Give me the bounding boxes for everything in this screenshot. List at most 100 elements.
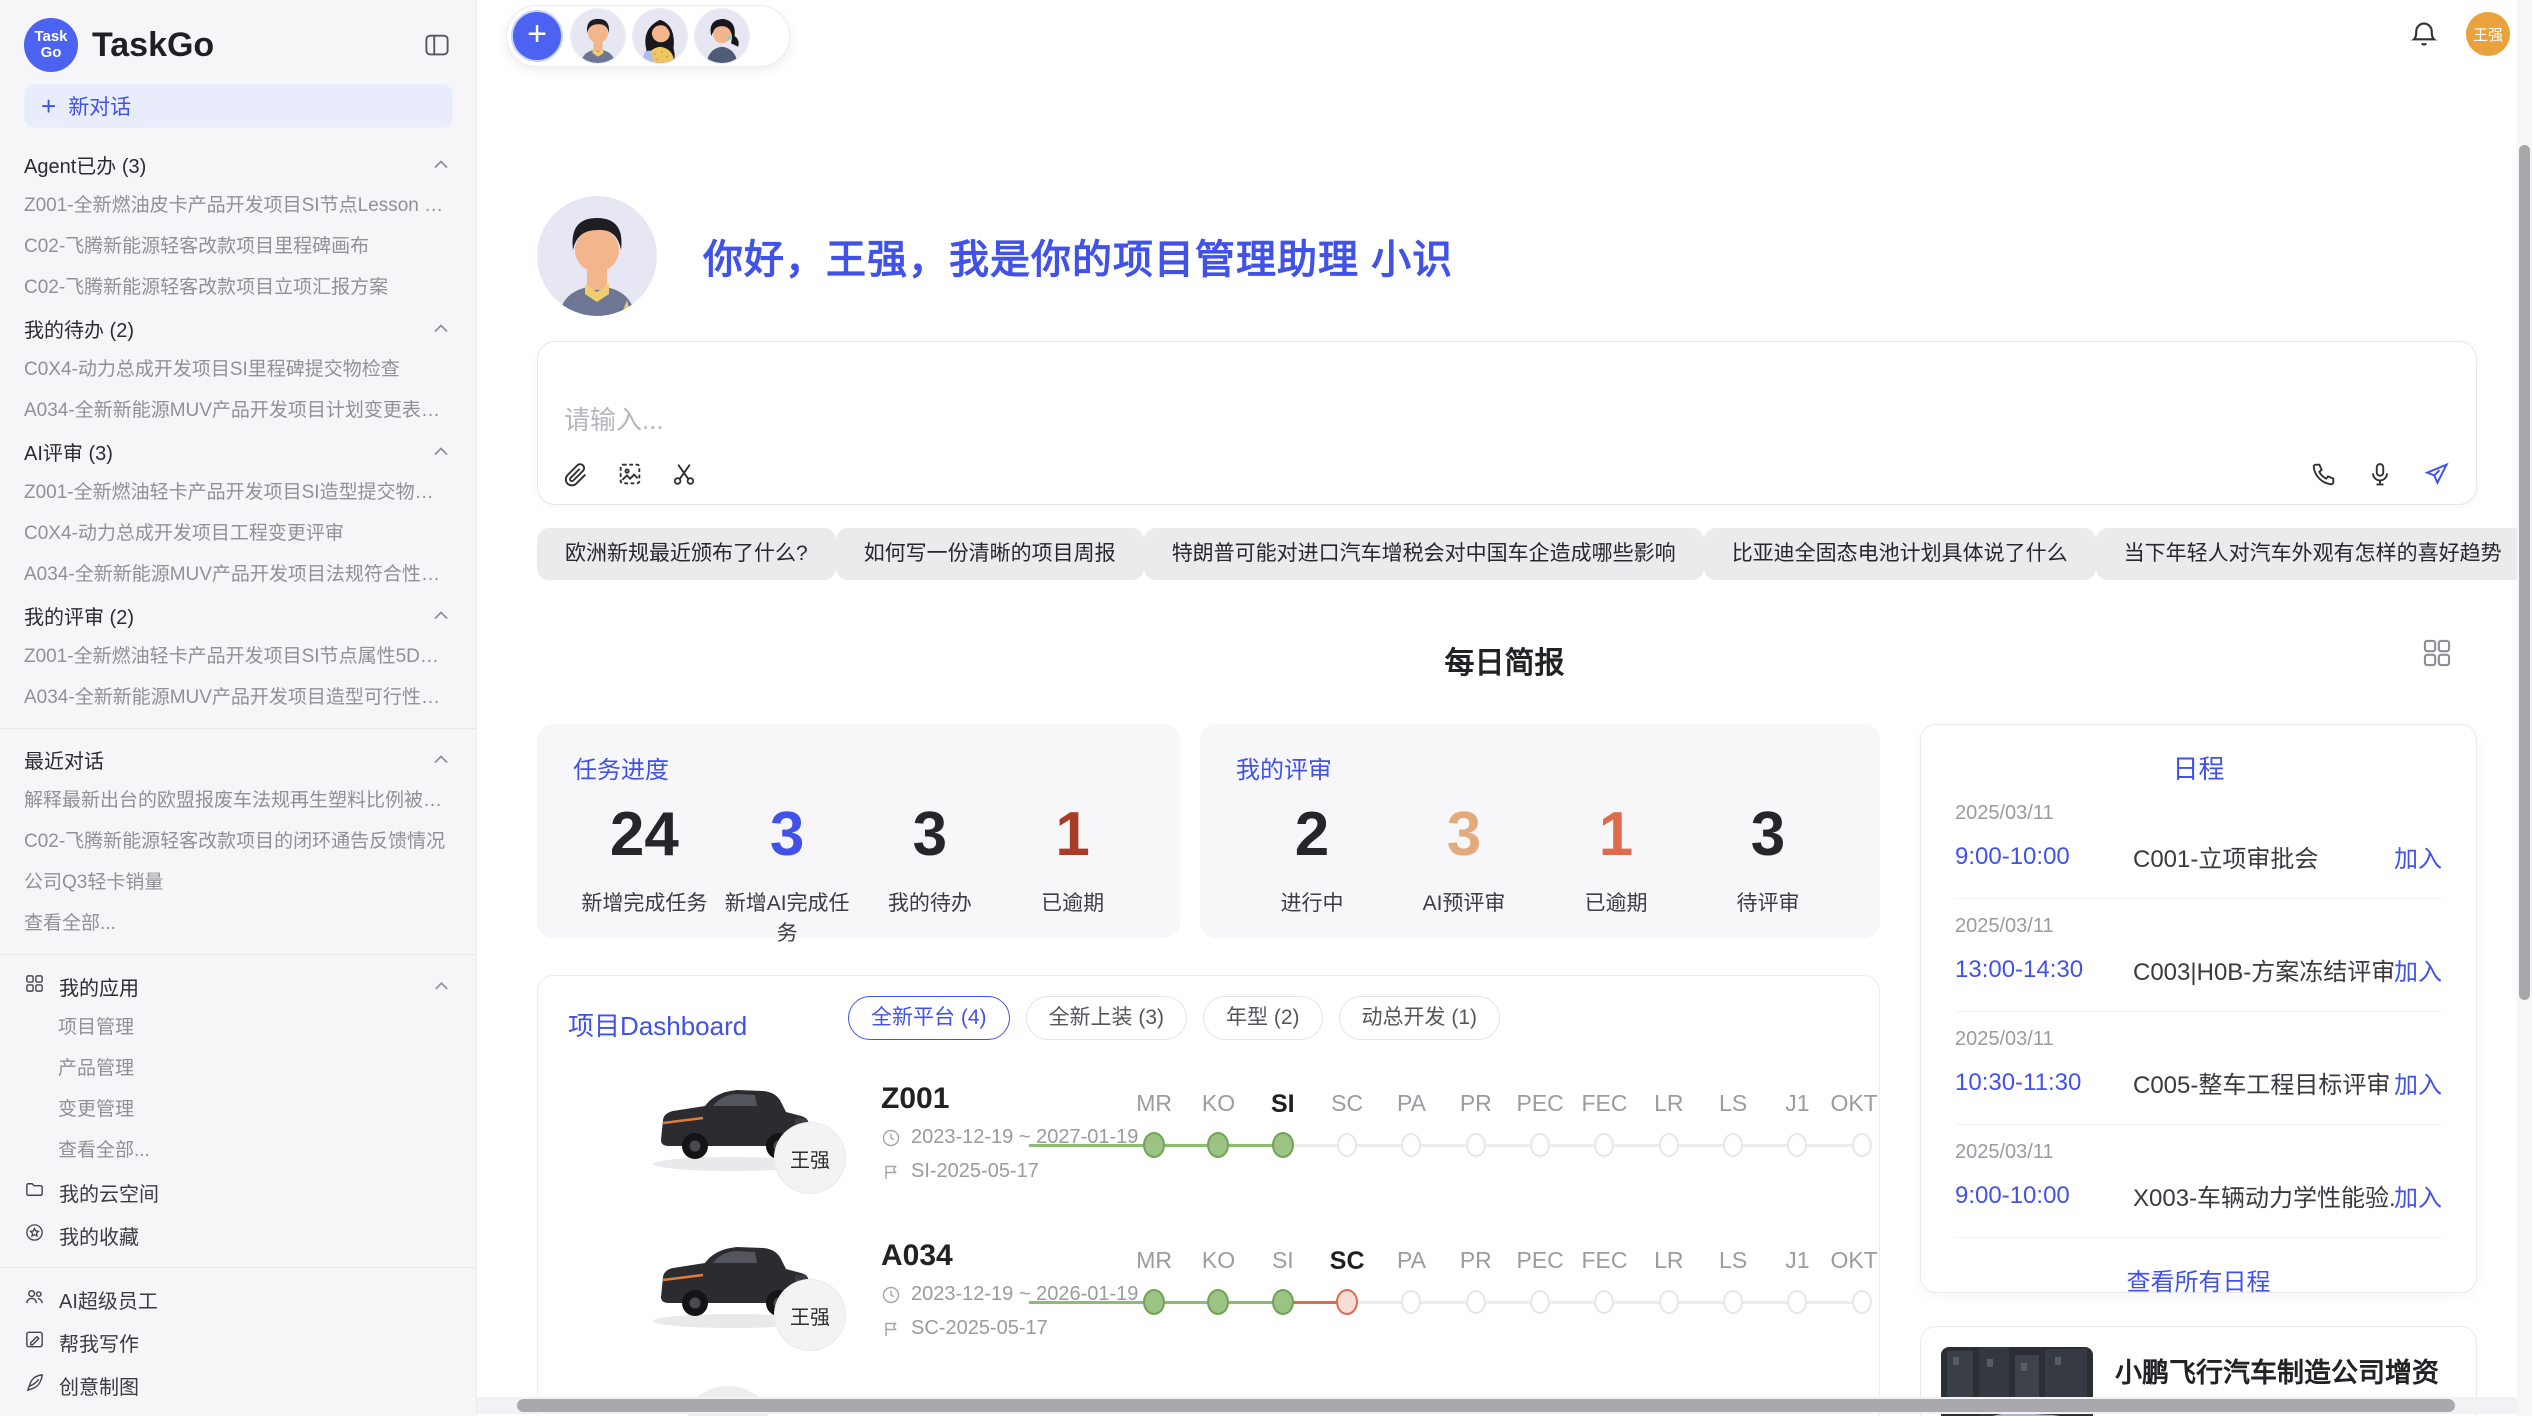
event-join-link[interactable]: 加入 <box>2394 952 2442 987</box>
screenshot-scissors-icon[interactable] <box>670 460 698 488</box>
milestone-dot[interactable] <box>1659 1290 1679 1314</box>
project-code[interactable]: A034 <box>881 1239 953 1273</box>
dashboard-tab[interactable]: 全新上装 (3) <box>1026 996 1188 1040</box>
milestone-dot[interactable] <box>1594 1133 1614 1157</box>
recent-chats-header[interactable]: 最近对话 <box>24 739 452 780</box>
suggestion-chip[interactable]: 比亚迪全固态电池计划具体说了什么 <box>1704 528 2096 580</box>
milestone-dot[interactable] <box>1337 1133 1357 1157</box>
dashboard-tab[interactable]: 动总开发 (1) <box>1339 996 1501 1040</box>
layout-grid-icon[interactable] <box>2420 636 2454 670</box>
app-item[interactable]: 产品管理 <box>24 1048 452 1089</box>
sidebar-item[interactable]: C02-飞腾新能源轻客改款项目里程碑画布 <box>24 226 452 267</box>
milestone-dot[interactable] <box>1272 1132 1294 1158</box>
milestone-dot[interactable] <box>1852 1290 1872 1314</box>
milestone-label: LR <box>1637 1247 1701 1276</box>
milestone-dot[interactable] <box>1466 1290 1486 1314</box>
new-chat-button[interactable]: + 新对话 <box>24 84 453 128</box>
milestone-dot[interactable] <box>1336 1289 1358 1315</box>
sidebar-item[interactable]: C0X4-动力总成开发项目工程变更评审 <box>24 513 452 554</box>
sidebar-section-header[interactable]: Agent已办 (3) <box>24 144 452 185</box>
milestone-dot[interactable] <box>1594 1290 1614 1314</box>
notification-bell-icon[interactable] <box>2408 18 2440 50</box>
milestone-dot[interactable] <box>1787 1133 1807 1157</box>
app-item[interactable]: 变更管理 <box>24 1089 452 1130</box>
sidebar-link[interactable]: 我的收藏 <box>24 1214 452 1257</box>
sidebar-item[interactable]: C02-飞腾新能源轻客改款项目立项汇报方案 <box>24 267 452 308</box>
sidebar-item[interactable]: Z001-全新燃油轻卡产品开发项目SI节点属性5D文件评审 <box>24 636 452 677</box>
send-icon[interactable] <box>2422 460 2450 488</box>
sidebar-section-header[interactable]: 我的待办 (2) <box>24 308 452 349</box>
milestone-dot[interactable] <box>1466 1133 1486 1157</box>
stat-item: 1已逾期 <box>1540 797 1692 917</box>
sidebar: Task Go TaskGo + 新对话 Agent已办 (3)Z001-全新燃… <box>0 0 477 1416</box>
sidebar-item[interactable]: A034-全新新能源MUV产品开发项目计划变更表编写 <box>24 390 452 431</box>
daily-brief-header: 每日简报 <box>477 638 2532 682</box>
member-avatar-woman-bob[interactable] <box>695 9 749 63</box>
flag-icon <box>881 1319 901 1339</box>
vertical-scrollbar-thumb[interactable] <box>2519 145 2530 1000</box>
user-avatar[interactable]: 王强 <box>2466 12 2510 56</box>
dashboard-tab[interactable]: 年型 (2) <box>1203 996 1323 1040</box>
milestone-dot[interactable] <box>1787 1290 1807 1314</box>
milestone-dot[interactable] <box>1852 1133 1872 1157</box>
suggestion-chip[interactable]: 欧洲新规最近颁布了什么? <box>537 528 836 580</box>
event-join-link[interactable]: 加入 <box>2394 839 2442 874</box>
milestone-dot[interactable] <box>1530 1133 1550 1157</box>
suggestion-chip[interactable]: 当下年轻人对汽车外观有怎样的喜好趋势 <box>2096 528 2530 580</box>
my-apps-header[interactable]: 我的应用 <box>24 965 452 1007</box>
recent-chat-item[interactable]: 公司Q3轻卡销量 <box>24 862 452 903</box>
image-upload-icon[interactable] <box>616 460 644 488</box>
milestone-dot[interactable] <box>1659 1133 1679 1157</box>
view-all-schedule-link[interactable]: 查看所有日程 <box>1955 1238 2442 1321</box>
project-code[interactable]: Z001 <box>881 1082 949 1116</box>
sidebar-item[interactable]: Z001-全新燃油皮卡产品开发项目SI节点Lesson Learn报告 <box>24 185 452 226</box>
message-composer[interactable]: 请输入... <box>537 341 2477 505</box>
milestone-dot[interactable] <box>1207 1289 1229 1315</box>
member-avatar-man[interactable] <box>571 9 625 63</box>
milestone-dot[interactable] <box>1530 1290 1550 1314</box>
sidebar-link-label: 我的收藏 <box>59 1221 139 1250</box>
sidebar-tool[interactable]: 创意制图 <box>24 1364 452 1407</box>
sidebar-item[interactable]: A034-全新新能源MUV产品开发项目造型可行性评审 <box>24 677 452 718</box>
sidebar-link[interactable]: 我的云空间 <box>24 1171 452 1214</box>
milestone-dot[interactable] <box>1723 1133 1743 1157</box>
suggestion-chip[interactable]: 如何写一份清晰的项目周报 <box>836 528 1144 580</box>
milestone-dot[interactable] <box>1401 1133 1421 1157</box>
milestone-dot[interactable] <box>1723 1290 1743 1314</box>
app-item[interactable]: 项目管理 <box>24 1007 452 1048</box>
sidebar-item[interactable]: C0X4-动力总成开发项目SI里程碑提交物检查 <box>24 349 452 390</box>
dashboard-tab[interactable]: 全新平台 (4) <box>848 996 1010 1040</box>
sidebar-section-title: Agent已办 (3) <box>24 150 430 179</box>
sidebar-link-label: 我的云空间 <box>59 1178 159 1207</box>
milestone-dot[interactable] <box>1272 1289 1294 1315</box>
stat-item: 1已逾期 <box>1001 797 1144 947</box>
sidebar-tool[interactable]: 帮我写作 <box>24 1321 452 1364</box>
suggestion-chip[interactable]: 特朗普可能对进口汽车增税会对中国车企造成哪些影响 <box>1144 528 1704 580</box>
recent-chat-item[interactable]: C02-飞腾新能源轻客改款项目的闭环通告反馈情况 <box>24 821 452 862</box>
sidebar-item[interactable]: A034-全新新能源MUV产品开发项目法规符合性评审 <box>24 554 452 595</box>
event-join-link[interactable]: 加入 <box>2394 1178 2442 1213</box>
phone-call-icon[interactable] <box>2310 460 2338 488</box>
milestone-dot[interactable] <box>1143 1132 1165 1158</box>
event-time: 10:30-11:30 <box>1955 1069 2133 1097</box>
sidebar-section-header[interactable]: AI评审 (3) <box>24 431 452 472</box>
horizontal-scrollbar-thumb[interactable] <box>517 1399 2455 1412</box>
member-avatar-woman-long-hair[interactable] <box>633 9 687 63</box>
view-all-apps-link[interactable]: 查看全部... <box>24 1130 452 1171</box>
milestone-dot[interactable] <box>1207 1132 1229 1158</box>
milestone-dot[interactable] <box>1401 1290 1421 1314</box>
microphone-icon[interactable] <box>2366 460 2394 488</box>
sidebar-collapse-icon[interactable] <box>422 30 452 60</box>
attachment-icon[interactable] <box>562 460 590 488</box>
my-apps-title: 我的应用 <box>59 972 417 1001</box>
add-member-button[interactable]: + <box>511 10 563 62</box>
recent-chat-item[interactable]: 解释最新出台的欧盟报废车法规再生塑料比例被调至15%... <box>24 780 452 821</box>
sidebar-tool[interactable]: AI超级员工 <box>24 1278 452 1321</box>
event-join-link[interactable]: 加入 <box>2394 1065 2442 1100</box>
milestone-label: PA <box>1379 1090 1443 1119</box>
milestone-dot[interactable] <box>1143 1289 1165 1315</box>
sidebar-section-header[interactable]: 我的评审 (2) <box>24 595 452 636</box>
sidebar-item[interactable]: Z001-全新燃油轻卡产品开发项目SI造型提交物评审 <box>24 472 452 513</box>
view-all-chats-link[interactable]: 查看全部... <box>24 903 452 944</box>
sidebar-tool-label: 帮我写作 <box>59 1328 139 1357</box>
